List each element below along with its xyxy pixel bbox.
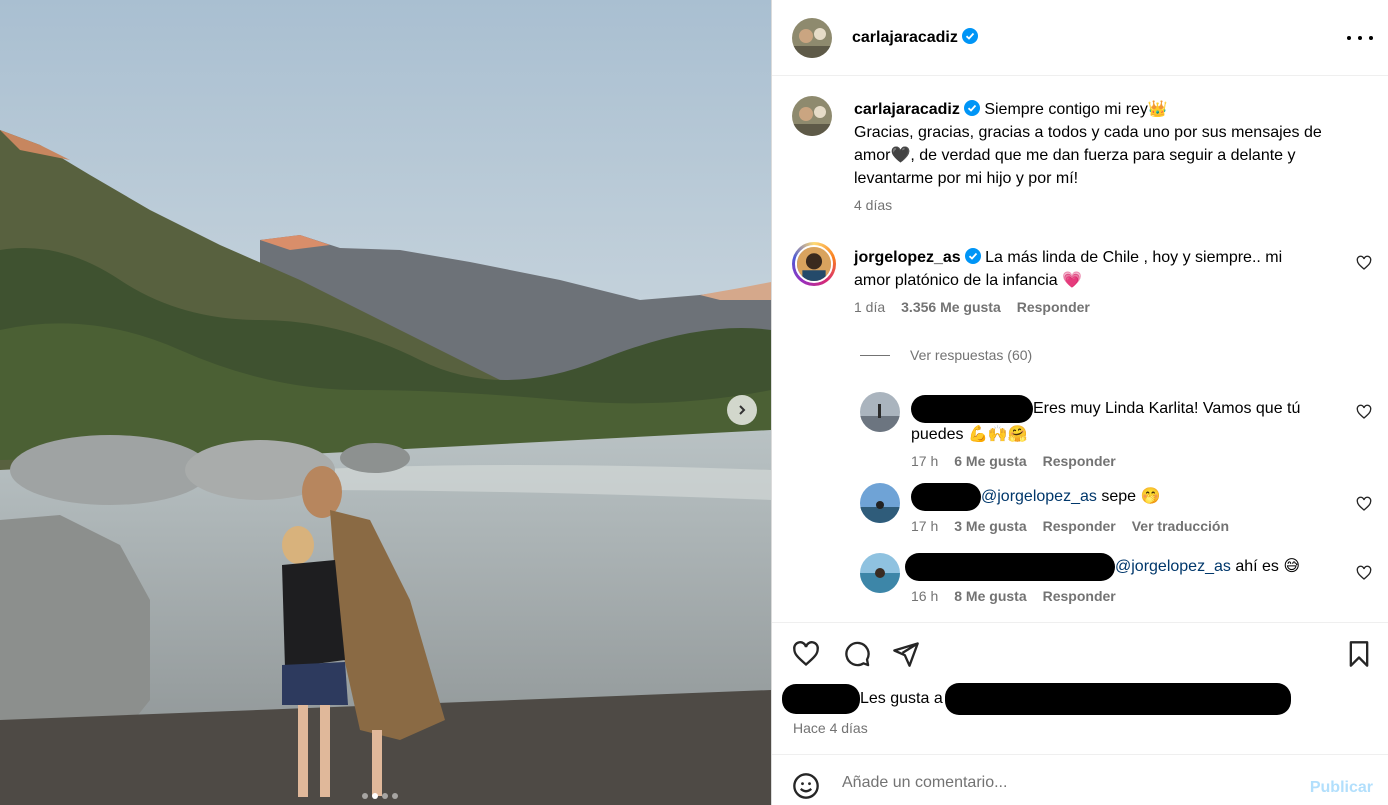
post-header: carlajaracadiz [772, 0, 1388, 76]
caption-text-line: levantarme por mi hijo y por mí! [854, 170, 1079, 187]
reply-timestamp[interactable]: 17 h [911, 453, 938, 469]
emoji-smiley-icon[interactable] [792, 772, 820, 800]
comment-likes-count[interactable]: 3.356 Me gusta [901, 299, 1001, 315]
caption-text-line: Siempre contigo mi rey👑 [984, 101, 1168, 118]
dot-icon [1347, 36, 1351, 40]
reply-button[interactable]: Responder [1043, 518, 1116, 534]
comment-timestamp[interactable]: 1 día [854, 299, 885, 315]
caption-text-line: Gracias, gracias, gracias a todos y cada… [854, 124, 1322, 141]
carousel-indicator [362, 793, 398, 799]
post-timestamp[interactable]: Hace 4 días [793, 720, 868, 736]
comment-text-line: La más linda de Chile , hoy y siempre.. … [985, 249, 1283, 266]
post-details-panel: carlajaracadiz carlajaracadiz Siempre co… [771, 0, 1388, 805]
like-reply-heart-icon[interactable] [1356, 565, 1372, 581]
author-avatar[interactable] [792, 18, 832, 58]
dot-icon [1369, 36, 1373, 40]
reply-button[interactable]: Responder [1017, 299, 1090, 315]
verified-badge-icon [964, 248, 981, 264]
reply-likes-count[interactable]: 6 Me gusta [954, 453, 1026, 469]
dot-icon [1358, 36, 1362, 40]
redacted-username [911, 395, 1033, 423]
reply-text-line: puedes 💪🙌🤗 [911, 426, 1028, 443]
mention-link[interactable]: @jorgelopez_as [981, 488, 1097, 505]
mention-link[interactable]: @jorgelopez_as [1115, 558, 1231, 575]
replier-avatar[interactable] [860, 392, 900, 432]
comment-composer: Publicar [772, 754, 1388, 805]
like-heart-icon[interactable] [792, 640, 820, 668]
comment-input[interactable] [842, 769, 1292, 797]
publish-button[interactable]: Publicar [1310, 779, 1373, 797]
caption-author-avatar[interactable] [792, 96, 832, 136]
likes-label: Les gusta a [860, 690, 943, 707]
post-action-bar [772, 622, 1388, 672]
replier-avatar[interactable] [860, 553, 900, 593]
carousel-dot [382, 793, 388, 799]
likes-summary[interactable]: Les gusta a [782, 683, 1291, 715]
replier-avatar[interactable] [860, 483, 900, 523]
redacted-username [905, 553, 1115, 581]
see-translation-button[interactable]: Ver traducción [1132, 518, 1229, 534]
commenter-avatar-story-ring[interactable] [792, 242, 836, 286]
reply-likes-count[interactable]: 3 Me gusta [954, 518, 1026, 534]
view-replies-label: Ver respuestas (60) [910, 347, 1033, 363]
verified-badge-icon [963, 100, 980, 116]
author-username[interactable]: carlajaracadiz [852, 28, 978, 47]
carousel-dot [362, 793, 368, 799]
replies-line-divider [860, 354, 890, 356]
chevron-right-icon [739, 405, 746, 415]
post-photo [0, 0, 771, 805]
comment-bubble-icon[interactable] [843, 640, 871, 668]
carousel-next-button[interactable] [727, 395, 757, 425]
reply-button[interactable]: Responder [1043, 453, 1116, 469]
reply-text: ahí es 😅 [1230, 558, 1301, 576]
reply-text-line: Eres muy Linda Karlita! Vamos que tú [1033, 400, 1301, 418]
reply-button[interactable]: Responder [1043, 588, 1116, 604]
more-options-button[interactable] [1347, 28, 1373, 48]
reply-timestamp[interactable]: 16 h [911, 588, 938, 604]
like-reply-heart-icon[interactable] [1356, 496, 1372, 512]
like-comment-heart-icon[interactable] [1356, 255, 1372, 271]
redacted-username [911, 483, 981, 511]
reply-text: sepe 🤭 [1096, 488, 1161, 506]
save-bookmark-icon[interactable] [1345, 640, 1373, 668]
post-caption: carlajaracadiz Siempre contigo mi rey👑 G… [854, 98, 1354, 190]
caption-text-line: amor🖤, de verdad que me dan fuerza para … [854, 147, 1296, 164]
caption-timestamp[interactable]: 4 días [854, 197, 892, 213]
carousel-dot [392, 793, 398, 799]
view-replies-button[interactable]: Ver respuestas (60) [860, 347, 1032, 363]
redacted-liker-names [944, 683, 1291, 715]
carousel-dot-active [372, 793, 378, 799]
comment-text-line: amor platónico de la infancia 💗 [854, 272, 1083, 289]
verified-badge-icon [961, 28, 978, 44]
commenter-username[interactable]: jorgelopez_as [854, 249, 961, 266]
like-reply-heart-icon[interactable] [1356, 404, 1372, 420]
reply-timestamp[interactable]: 17 h [911, 518, 938, 534]
reply-likes-count[interactable]: 8 Me gusta [954, 588, 1026, 604]
share-send-icon[interactable] [892, 640, 920, 668]
post-media[interactable] [0, 0, 771, 805]
redacted-avatars [782, 684, 860, 714]
caption-username[interactable]: carlajaracadiz [854, 101, 960, 118]
